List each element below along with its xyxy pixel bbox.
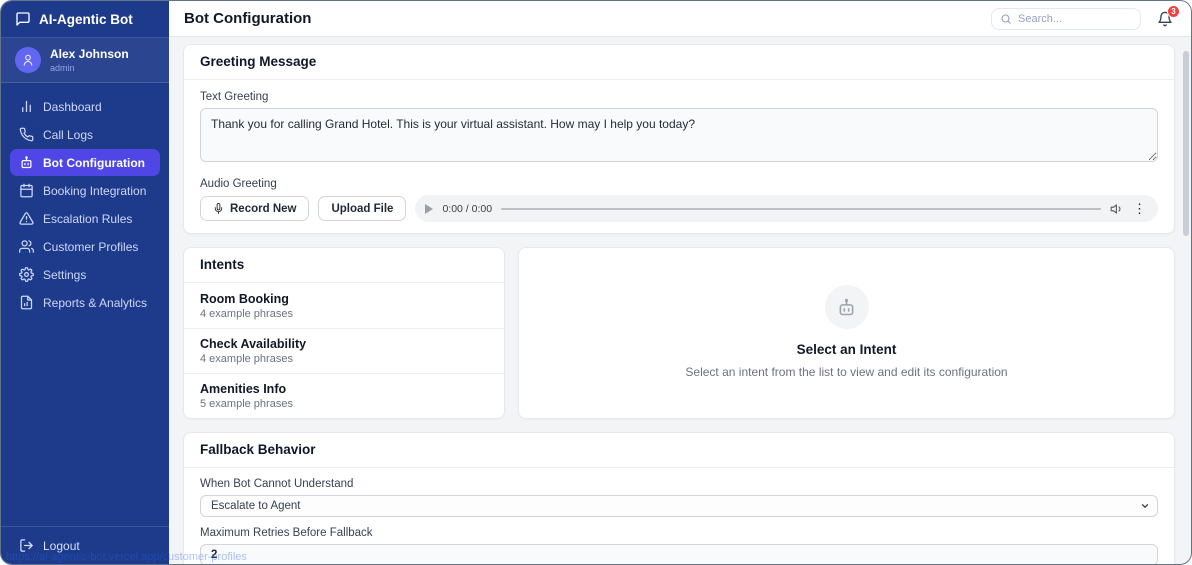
scrollbar-thumb[interactable]	[1183, 51, 1189, 236]
audio-time: 0:00 / 0:00	[442, 202, 493, 215]
intent-item-room-booking[interactable]: Room Booking 4 example phrases	[184, 283, 504, 329]
sidebar-item-settings[interactable]: Settings	[10, 261, 160, 288]
sidebar-item-call-logs[interactable]: Call Logs	[10, 121, 160, 148]
intent-name: Room Booking	[200, 292, 289, 306]
report-file-icon	[19, 295, 34, 310]
alert-triangle-icon	[19, 211, 34, 226]
bar-chart-icon	[19, 99, 34, 114]
fallback-behavior-card: Fallback Behavior When Bot Cannot Unders…	[183, 432, 1175, 564]
user-profile[interactable]: Alex Johnson admin	[1, 38, 169, 83]
sidebar-item-dashboard[interactable]: Dashboard	[10, 93, 160, 120]
intent-detail-panel: Select an Intent Select an intent from t…	[518, 247, 1175, 419]
sidebar-item-label: Booking Integration	[43, 183, 147, 198]
intents-card: Intents Room Booking 4 example phrases C…	[183, 247, 505, 419]
phone-icon	[19, 127, 34, 142]
card-header: Greeting Message	[184, 45, 1174, 80]
microphone-icon	[213, 203, 224, 214]
intents-list: Room Booking 4 example phrases Check Ava…	[184, 283, 504, 418]
sidebar-item-label: Customer Profiles	[43, 239, 139, 254]
sidebar-item-escalation-rules[interactable]: Escalation Rules	[10, 205, 160, 232]
card-title: Greeting Message	[200, 54, 317, 69]
intent-item-check-availability[interactable]: Check Availability 4 example phrases	[184, 329, 504, 374]
user-name: Alex Johnson	[50, 47, 129, 62]
sidebar-item-label: Escalation Rules	[43, 211, 133, 226]
avatar	[15, 47, 41, 73]
intent-phrase-count: 5 example phrases	[200, 398, 293, 410]
notification-badge: 3	[1167, 4, 1180, 18]
search-box	[991, 7, 1141, 30]
record-new-button[interactable]: Record New	[200, 196, 310, 221]
max-retries-input[interactable]	[200, 544, 1158, 564]
logout-label: Logout	[43, 538, 80, 553]
user-icon	[21, 53, 35, 67]
card-header: Fallback Behavior	[184, 433, 1174, 468]
app-window: AI-Agentic Bot Alex Johnson admin Dashbo…	[0, 0, 1192, 565]
sidebar-item-bot-configuration[interactable]: Bot Configuration	[10, 149, 160, 176]
intent-phrase-count: 4 example phrases	[200, 353, 293, 365]
sidebar: AI-Agentic Bot Alex Johnson admin Dashbo…	[1, 1, 169, 564]
text-greeting-textarea[interactable]: Thank you for calling Grand Hotel. This …	[200, 108, 1158, 162]
upload-file-button[interactable]: Upload File	[318, 196, 407, 221]
sidebar-item-label: Call Logs	[43, 127, 94, 142]
audio-menu-button[interactable]: ⋮	[1133, 202, 1146, 215]
fallback-action-select[interactable]: Escalate to Agent	[200, 495, 1158, 517]
gear-icon	[19, 267, 34, 282]
sidebar-item-label: Settings	[43, 267, 87, 282]
empty-state-title: Select an Intent	[796, 342, 897, 358]
robot-icon	[836, 297, 857, 318]
intent-phrase-count: 4 example phrases	[200, 308, 293, 320]
retries-label: Maximum Retries Before Fallback	[200, 527, 373, 539]
notifications-button[interactable]: 3	[1157, 4, 1180, 27]
sidebar-item-reports-analytics[interactable]: Reports & Analytics	[10, 289, 160, 316]
text-greeting-label: Text Greeting	[200, 91, 269, 103]
intent-name: Check Availability	[200, 337, 307, 351]
understand-label: When Bot Cannot Understand	[200, 478, 354, 490]
upload-file-label: Upload File	[331, 202, 394, 215]
intent-item-amenities-info[interactable]: Amenities Info 5 example phrases	[184, 374, 504, 418]
record-new-label: Record New	[230, 202, 297, 215]
empty-state-circle	[824, 285, 869, 330]
empty-state-subtitle: Select an intent from the list to view a…	[685, 365, 1008, 380]
audio-seek-bar[interactable]	[501, 207, 1101, 210]
sidebar-item-booking-integration[interactable]: Booking Integration	[10, 177, 160, 204]
card-title: Intents	[200, 257, 245, 272]
card-header: Intents	[184, 248, 504, 283]
play-button[interactable]	[425, 203, 434, 214]
card-title: Fallback Behavior	[200, 442, 316, 457]
logout-button[interactable]: Logout	[1, 526, 169, 564]
main-area: Bot Configuration 3 Greeting Message	[169, 1, 1191, 564]
greeting-message-card: Greeting Message Text Greeting Thank you…	[183, 44, 1175, 234]
logout-icon	[19, 538, 34, 553]
app-title: AI-Agentic Bot	[39, 11, 133, 27]
intent-name: Amenities Info	[200, 382, 287, 396]
volume-icon[interactable]	[1110, 202, 1124, 216]
sidebar-header: AI-Agentic Bot	[1, 1, 169, 38]
calendar-icon	[19, 183, 34, 198]
chat-bubble-icon	[15, 11, 31, 27]
user-role: admin	[50, 62, 75, 73]
topbar: Bot Configuration 3	[169, 1, 1191, 37]
sidebar-item-label: Reports & Analytics	[43, 295, 148, 310]
sidebar-nav: Dashboard Call Logs Bot Configuration Bo…	[1, 83, 169, 526]
content-area: Greeting Message Text Greeting Thank you…	[169, 37, 1191, 564]
page-title: Bot Configuration	[184, 10, 312, 27]
sidebar-item-label: Bot Configuration	[43, 155, 145, 170]
bot-icon	[19, 155, 34, 170]
sidebar-item-label: Dashboard	[43, 99, 102, 114]
audio-player: 0:00 / 0:00 ⋮	[415, 195, 1158, 222]
search-input[interactable]	[1018, 12, 1132, 25]
search-icon	[1000, 13, 1012, 25]
sidebar-item-customer-profiles[interactable]: Customer Profiles	[10, 233, 160, 260]
users-icon	[19, 239, 34, 254]
audio-greeting-label: Audio Greeting	[200, 178, 277, 190]
